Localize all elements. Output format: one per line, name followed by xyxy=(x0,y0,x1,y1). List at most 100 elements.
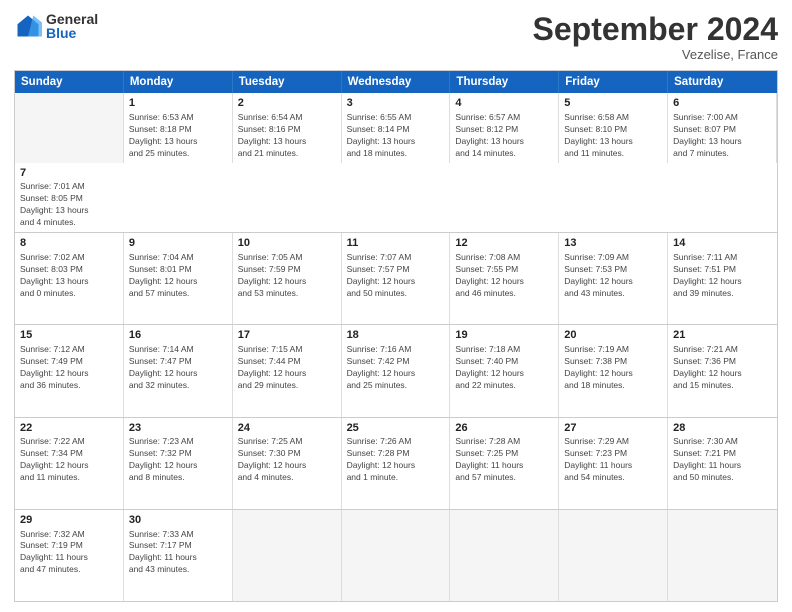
day-info: Sunrise: 7:05 AM Sunset: 7:59 PM Dayligh… xyxy=(238,252,336,300)
day-cell-19: 19Sunrise: 7:18 AM Sunset: 7:40 PM Dayli… xyxy=(450,325,559,416)
header-day-tuesday: Tuesday xyxy=(233,71,342,93)
empty-cell xyxy=(15,93,124,162)
day-cell-16: 16Sunrise: 7:14 AM Sunset: 7:47 PM Dayli… xyxy=(124,325,233,416)
title-block: September 2024 Vezelise, France xyxy=(533,12,778,62)
day-cell-28: 28Sunrise: 7:30 AM Sunset: 7:21 PM Dayli… xyxy=(668,418,777,509)
calendar-row-2: 15Sunrise: 7:12 AM Sunset: 7:49 PM Dayli… xyxy=(15,324,777,416)
day-info: Sunrise: 7:07 AM Sunset: 7:57 PM Dayligh… xyxy=(347,252,445,300)
day-info: Sunrise: 7:33 AM Sunset: 7:17 PM Dayligh… xyxy=(129,529,227,577)
day-number: 10 xyxy=(238,236,336,251)
calendar-header: SundayMondayTuesdayWednesdayThursdayFrid… xyxy=(15,71,777,93)
header-day-wednesday: Wednesday xyxy=(342,71,451,93)
calendar-row-0: 1Sunrise: 6:53 AM Sunset: 8:18 PM Daylig… xyxy=(15,93,777,232)
day-cell-23: 23Sunrise: 7:23 AM Sunset: 7:32 PM Dayli… xyxy=(124,418,233,509)
day-number: 26 xyxy=(455,421,553,436)
day-info: Sunrise: 7:08 AM Sunset: 7:55 PM Dayligh… xyxy=(455,252,553,300)
day-info: Sunrise: 7:22 AM Sunset: 7:34 PM Dayligh… xyxy=(20,436,118,484)
day-info: Sunrise: 7:02 AM Sunset: 8:03 PM Dayligh… xyxy=(20,252,118,300)
day-cell-2: 2Sunrise: 6:54 AM Sunset: 8:16 PM Daylig… xyxy=(233,93,342,162)
header-day-friday: Friday xyxy=(559,71,668,93)
day-info: Sunrise: 7:18 AM Sunset: 7:40 PM Dayligh… xyxy=(455,344,553,392)
day-info: Sunrise: 7:28 AM Sunset: 7:25 PM Dayligh… xyxy=(455,436,553,484)
day-info: Sunrise: 7:21 AM Sunset: 7:36 PM Dayligh… xyxy=(673,344,772,392)
logo-blue-text: Blue xyxy=(46,26,98,40)
header-day-thursday: Thursday xyxy=(450,71,559,93)
day-info: Sunrise: 7:04 AM Sunset: 8:01 PM Dayligh… xyxy=(129,252,227,300)
day-number: 17 xyxy=(238,328,336,343)
day-info: Sunrise: 7:11 AM Sunset: 7:51 PM Dayligh… xyxy=(673,252,772,300)
day-number: 15 xyxy=(20,328,118,343)
month-title: September 2024 xyxy=(533,12,778,47)
day-info: Sunrise: 6:57 AM Sunset: 8:12 PM Dayligh… xyxy=(455,112,553,160)
day-cell-13: 13Sunrise: 7:09 AM Sunset: 7:53 PM Dayli… xyxy=(559,233,668,324)
empty-cell xyxy=(342,510,451,601)
day-cell-30: 30Sunrise: 7:33 AM Sunset: 7:17 PM Dayli… xyxy=(124,510,233,601)
day-cell-25: 25Sunrise: 7:26 AM Sunset: 7:28 PM Dayli… xyxy=(342,418,451,509)
day-cell-4: 4Sunrise: 6:57 AM Sunset: 8:12 PM Daylig… xyxy=(450,93,559,162)
day-cell-26: 26Sunrise: 7:28 AM Sunset: 7:25 PM Dayli… xyxy=(450,418,559,509)
day-number: 23 xyxy=(129,421,227,436)
day-number: 25 xyxy=(347,421,445,436)
header-day-monday: Monday xyxy=(124,71,233,93)
day-info: Sunrise: 7:32 AM Sunset: 7:19 PM Dayligh… xyxy=(20,529,118,577)
empty-cell xyxy=(559,510,668,601)
logo-general-text: General xyxy=(46,12,98,26)
day-number: 2 xyxy=(238,96,336,111)
header-day-saturday: Saturday xyxy=(668,71,777,93)
day-info: Sunrise: 6:54 AM Sunset: 8:16 PM Dayligh… xyxy=(238,112,336,160)
day-cell-15: 15Sunrise: 7:12 AM Sunset: 7:49 PM Dayli… xyxy=(15,325,124,416)
day-cell-1: 1Sunrise: 6:53 AM Sunset: 8:18 PM Daylig… xyxy=(124,93,233,162)
day-info: Sunrise: 7:01 AM Sunset: 8:05 PM Dayligh… xyxy=(20,181,119,229)
day-cell-24: 24Sunrise: 7:25 AM Sunset: 7:30 PM Dayli… xyxy=(233,418,342,509)
day-number: 3 xyxy=(347,96,445,111)
day-number: 1 xyxy=(129,96,227,111)
day-cell-6: 6Sunrise: 7:00 AM Sunset: 8:07 PM Daylig… xyxy=(668,93,777,162)
day-number: 21 xyxy=(673,328,772,343)
day-number: 5 xyxy=(564,96,662,111)
day-number: 28 xyxy=(673,421,772,436)
empty-cell xyxy=(668,510,777,601)
day-cell-10: 10Sunrise: 7:05 AM Sunset: 7:59 PM Dayli… xyxy=(233,233,342,324)
day-cell-14: 14Sunrise: 7:11 AM Sunset: 7:51 PM Dayli… xyxy=(668,233,777,324)
day-cell-20: 20Sunrise: 7:19 AM Sunset: 7:38 PM Dayli… xyxy=(559,325,668,416)
day-number: 4 xyxy=(455,96,553,111)
day-number: 30 xyxy=(129,513,227,528)
day-cell-17: 17Sunrise: 7:15 AM Sunset: 7:44 PM Dayli… xyxy=(233,325,342,416)
day-info: Sunrise: 7:30 AM Sunset: 7:21 PM Dayligh… xyxy=(673,436,772,484)
day-info: Sunrise: 7:26 AM Sunset: 7:28 PM Dayligh… xyxy=(347,436,445,484)
calendar: SundayMondayTuesdayWednesdayThursdayFrid… xyxy=(14,70,778,602)
day-number: 9 xyxy=(129,236,227,251)
day-cell-8: 8Sunrise: 7:02 AM Sunset: 8:03 PM Daylig… xyxy=(15,233,124,324)
day-info: Sunrise: 7:14 AM Sunset: 7:47 PM Dayligh… xyxy=(129,344,227,392)
page: General Blue September 2024 Vezelise, Fr… xyxy=(0,0,792,612)
empty-cell xyxy=(450,510,559,601)
calendar-row-1: 8Sunrise: 7:02 AM Sunset: 8:03 PM Daylig… xyxy=(15,232,777,324)
day-info: Sunrise: 6:55 AM Sunset: 8:14 PM Dayligh… xyxy=(347,112,445,160)
day-number: 22 xyxy=(20,421,118,436)
location: Vezelise, France xyxy=(533,47,778,62)
day-info: Sunrise: 6:53 AM Sunset: 8:18 PM Dayligh… xyxy=(129,112,227,160)
day-number: 6 xyxy=(673,96,771,111)
day-number: 24 xyxy=(238,421,336,436)
day-number: 27 xyxy=(564,421,662,436)
day-info: Sunrise: 7:29 AM Sunset: 7:23 PM Dayligh… xyxy=(564,436,662,484)
day-number: 19 xyxy=(455,328,553,343)
day-cell-22: 22Sunrise: 7:22 AM Sunset: 7:34 PM Dayli… xyxy=(15,418,124,509)
day-cell-27: 27Sunrise: 7:29 AM Sunset: 7:23 PM Dayli… xyxy=(559,418,668,509)
calendar-row-4: 29Sunrise: 7:32 AM Sunset: 7:19 PM Dayli… xyxy=(15,509,777,601)
calendar-body: 1Sunrise: 6:53 AM Sunset: 8:18 PM Daylig… xyxy=(15,93,777,601)
day-info: Sunrise: 7:19 AM Sunset: 7:38 PM Dayligh… xyxy=(564,344,662,392)
day-cell-7: 7Sunrise: 7:01 AM Sunset: 8:05 PM Daylig… xyxy=(15,163,124,232)
day-cell-29: 29Sunrise: 7:32 AM Sunset: 7:19 PM Dayli… xyxy=(15,510,124,601)
logo-text: General Blue xyxy=(46,12,98,40)
day-info: Sunrise: 7:00 AM Sunset: 8:07 PM Dayligh… xyxy=(673,112,771,160)
day-number: 29 xyxy=(20,513,118,528)
day-number: 20 xyxy=(564,328,662,343)
day-info: Sunrise: 7:09 AM Sunset: 7:53 PM Dayligh… xyxy=(564,252,662,300)
day-info: Sunrise: 6:58 AM Sunset: 8:10 PM Dayligh… xyxy=(564,112,662,160)
day-cell-18: 18Sunrise: 7:16 AM Sunset: 7:42 PM Dayli… xyxy=(342,325,451,416)
day-cell-9: 9Sunrise: 7:04 AM Sunset: 8:01 PM Daylig… xyxy=(124,233,233,324)
day-info: Sunrise: 7:16 AM Sunset: 7:42 PM Dayligh… xyxy=(347,344,445,392)
day-info: Sunrise: 7:12 AM Sunset: 7:49 PM Dayligh… xyxy=(20,344,118,392)
day-number: 11 xyxy=(347,236,445,251)
